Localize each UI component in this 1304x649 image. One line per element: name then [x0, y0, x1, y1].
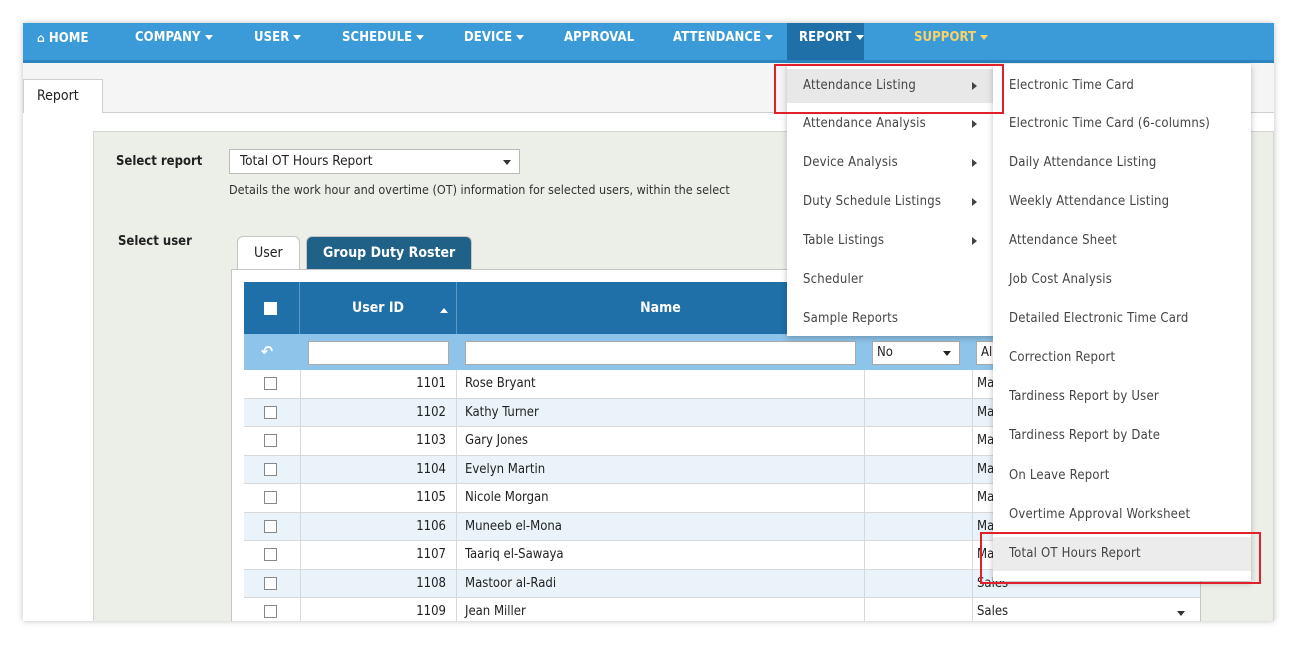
table-row[interactable]: 1109 Jean Miller Sales: [244, 598, 1200, 621]
menu-item-scheduler[interactable]: Scheduler: [787, 263, 995, 297]
select-all-checkbox[interactable]: [264, 302, 277, 315]
caret-down-icon: [204, 35, 213, 40]
empty-cell: [865, 512, 973, 541]
attendance-listing-submenu: Electronic Time Card Electronic Time Card…: [993, 64, 1251, 581]
chevron-right-icon: [972, 198, 977, 206]
submenu-item-on-leave-report[interactable]: On Leave Report: [993, 459, 1251, 493]
header-user-id[interactable]: User ID: [300, 282, 457, 334]
caret-down-icon: [416, 35, 425, 40]
department-cell: Sales: [977, 604, 1009, 619]
submenu-item-electronic-time-card-6-columns[interactable]: Electronic Time Card (6-columns): [993, 107, 1251, 141]
name-filter-input[interactable]: [465, 341, 856, 365]
submenu-item-overtime-approval-worksheet[interactable]: Overtime Approval Worksheet: [993, 498, 1251, 532]
empty-cell: [865, 541, 973, 569]
highlight-box-total-ot-hours: [980, 532, 1261, 584]
submenu-item-weekly-attendance-listing[interactable]: Weekly Attendance Listing: [993, 185, 1251, 219]
empty-cell: [865, 569, 973, 598]
nav-company[interactable]: COMPANY: [123, 23, 225, 60]
tab-report[interactable]: Report: [23, 79, 103, 113]
empty-cell: [865, 370, 973, 398]
report-description: Details the work hour and overtime (OT) …: [229, 182, 730, 197]
name-cell: Rose Bryant: [457, 370, 865, 398]
nav-device[interactable]: DEVICE: [452, 23, 536, 60]
home-icon: ⌂: [37, 31, 45, 45]
app-window: ⌂ HOME COMPANY USER SCHEDULE DEVICE APPRO…: [23, 23, 1274, 621]
scroll-down-icon[interactable]: [1177, 611, 1185, 616]
highlight-box-attendance-listing: [774, 64, 1004, 114]
submenu-item-daily-attendance-listing[interactable]: Daily Attendance Listing: [993, 146, 1251, 180]
user-id-cell: 1108: [300, 569, 457, 598]
caret-down-icon: [855, 35, 864, 40]
name-cell: Kathy Turner: [457, 398, 865, 427]
name-cell: Mastoor al-Radi: [457, 569, 865, 598]
report-select[interactable]: Total OT Hours Report: [229, 149, 520, 174]
empty-cell: [865, 398, 973, 427]
submenu-item-attendance-sheet[interactable]: Attendance Sheet: [993, 224, 1251, 258]
nav-approval[interactable]: APPROVAL: [552, 23, 646, 60]
menu-item-duty-schedule-listings[interactable]: Duty Schedule Listings: [787, 185, 995, 219]
caret-down-icon: [765, 35, 774, 40]
submenu-item-tardiness-report-by-date[interactable]: Tardiness Report by Date: [993, 419, 1251, 453]
nav-support[interactable]: SUPPORT: [902, 23, 1000, 60]
user-id-filter-input[interactable]: [308, 341, 449, 365]
row-checkbox[interactable]: [264, 576, 277, 590]
reset-filter-icon[interactable]: ↶: [261, 342, 273, 361]
user-id-cell: 1109: [300, 598, 457, 621]
row-checkbox[interactable]: [264, 462, 277, 476]
chevron-right-icon: [972, 237, 977, 245]
chevron-right-icon: [972, 159, 977, 167]
nav-user[interactable]: USER: [242, 23, 313, 60]
caret-down-icon: [293, 35, 302, 40]
top-nav: ⌂ HOME COMPANY USER SCHEDULE DEVICE APPRO…: [23, 23, 1274, 63]
filter-select[interactable]: No: [872, 341, 960, 365]
name-cell: Taariq el-Sawaya: [457, 541, 865, 569]
menu-item-sample-reports[interactable]: Sample Reports: [787, 302, 995, 336]
name-cell: Nicole Morgan: [457, 484, 865, 512]
empty-cell: [865, 427, 973, 455]
chevron-down-icon: [943, 351, 951, 356]
submenu-item-correction-report[interactable]: Correction Report: [993, 341, 1251, 375]
name-cell: Gary Jones: [457, 427, 865, 455]
select-user-label: Select user: [118, 234, 192, 249]
row-checkbox[interactable]: [264, 377, 277, 390]
nav-report[interactable]: REPORT: [787, 23, 864, 60]
tab-user[interactable]: User: [237, 236, 300, 270]
caret-down-icon: [516, 35, 525, 40]
empty-cell: [865, 598, 973, 621]
menu-item-table-listings[interactable]: Table Listings: [787, 224, 995, 258]
empty-cell: [865, 484, 973, 512]
nav-home[interactable]: ⌂ HOME: [25, 23, 101, 60]
sort-ascending-icon: [440, 308, 448, 313]
submenu-item-electronic-time-card[interactable]: Electronic Time Card: [993, 69, 1251, 103]
row-checkbox[interactable]: [264, 605, 277, 618]
caret-down-icon: [980, 35, 989, 40]
name-cell: Evelyn Martin: [457, 455, 865, 484]
row-checkbox[interactable]: [264, 434, 277, 447]
tab-group-duty-roster[interactable]: Group Duty Roster: [306, 236, 473, 270]
menu-item-device-analysis[interactable]: Device Analysis: [787, 146, 995, 180]
empty-cell: [865, 455, 973, 484]
chevron-right-icon: [972, 120, 977, 128]
name-cell: Jean Miller: [457, 598, 865, 621]
chevron-down-icon: [503, 160, 511, 165]
row-checkbox[interactable]: [264, 491, 277, 504]
nav-schedule[interactable]: SCHEDULE: [330, 23, 436, 60]
row-checkbox[interactable]: [264, 548, 277, 561]
user-id-cell: 1103: [300, 427, 457, 455]
user-id-cell: 1104: [300, 455, 457, 484]
submenu-item-detailed-electronic-time-card[interactable]: Detailed Electronic Time Card: [993, 302, 1251, 336]
select-report-label: Select report: [116, 154, 203, 169]
user-id-cell: 1105: [300, 484, 457, 512]
name-cell: Muneeb el-Mona: [457, 512, 865, 541]
user-id-cell: 1106: [300, 512, 457, 541]
submenu-item-job-cost-analysis[interactable]: Job Cost Analysis: [993, 263, 1251, 297]
row-checkbox[interactable]: [264, 519, 277, 533]
submenu-item-tardiness-report-by-user[interactable]: Tardiness Report by User: [993, 380, 1251, 414]
user-id-cell: 1101: [300, 370, 457, 398]
nav-attendance[interactable]: ATTENDANCE: [661, 23, 785, 60]
user-id-cell: 1107: [300, 541, 457, 569]
header-select-all[interactable]: [244, 282, 300, 334]
row-checkbox[interactable]: [264, 405, 277, 419]
user-id-cell: 1102: [300, 398, 457, 427]
